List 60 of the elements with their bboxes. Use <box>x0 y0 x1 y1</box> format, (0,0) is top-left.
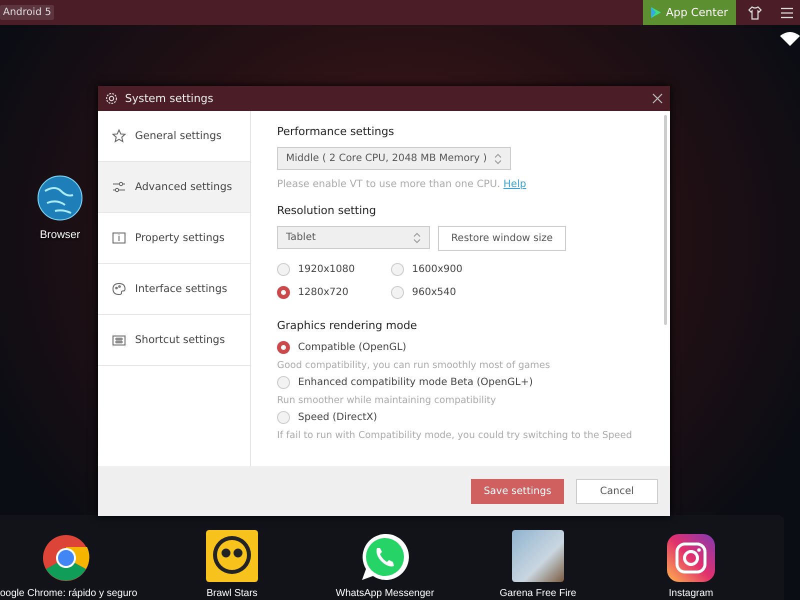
sliders-icon <box>112 180 126 194</box>
app-label: Instagram <box>668 588 714 599</box>
option-description: Good compatibility, you can run smoothly most of games <box>277 360 552 371</box>
sidebar-item[interactable]: General settings <box>98 111 250 162</box>
palette-icon <box>112 282 126 296</box>
camera-icon[interactable] <box>667 534 715 582</box>
app-label: Browser <box>40 229 80 241</box>
app-label: Brawl Stars <box>206 588 258 599</box>
performance-dropdown[interactable]: Middle ( 2 Core CPU, 2048 MB Memory ) <box>277 147 511 170</box>
sidebar-item[interactable]: Shortcut settings <box>98 315 250 366</box>
info-icon <box>112 231 126 245</box>
resolution-dropdown[interactable]: Tablet <box>277 226 430 249</box>
play-icon <box>650 7 661 18</box>
app-label: oogle Chrome: rápido y seguro <box>0 588 138 599</box>
updown-icon <box>413 232 421 244</box>
version-badge: Android 5 <box>0 5 54 20</box>
whatsapp-icon[interactable] <box>360 532 410 582</box>
close-icon[interactable] <box>652 93 663 104</box>
dialog-title: System settings <box>125 92 214 105</box>
cancel-button[interactable]: Cancel <box>576 478 658 504</box>
keyboard-icon <box>112 333 126 347</box>
radio-button[interactable] <box>277 376 290 389</box>
radio-button[interactable] <box>277 263 290 276</box>
scrollbar[interactable] <box>664 115 667 325</box>
option-label: Compatible (OpenGL) <box>298 342 406 353</box>
radio-button[interactable] <box>391 263 404 276</box>
hint-text: Please enable VT to use more than one CPU. <box>277 179 500 190</box>
option-label: 1920x1080 <box>298 264 355 275</box>
chrome-icon[interactable] <box>42 534 90 582</box>
shirt-icon[interactable] <box>748 6 762 20</box>
save-button[interactable]: Save settings <box>471 478 564 504</box>
radio-button[interactable] <box>391 286 404 299</box>
restore-button[interactable]: Restore window size <box>438 226 566 251</box>
app-center-button[interactable]: App Center <box>642 0 736 25</box>
section-heading: Resolution setting <box>277 204 378 217</box>
menu-icon[interactable] <box>780 6 794 18</box>
app-label: WhatsApp Messenger <box>336 588 434 599</box>
wifi-icon <box>780 32 800 46</box>
radio-button[interactable] <box>277 341 290 354</box>
option-description: If fail to run with Compatibility mode, you could try switching to the Speed <box>277 430 634 441</box>
skull-icon[interactable] <box>206 530 258 582</box>
option-label: 960x540 <box>412 287 456 298</box>
option-label: Speed (DirectX) <box>298 412 378 423</box>
radio-button[interactable] <box>277 411 290 424</box>
sidebar-item[interactable]: Interface settings <box>98 264 250 315</box>
option-label: 1280x720 <box>298 287 348 298</box>
option-description: Run smoother while maintaining compatibility <box>277 395 497 406</box>
sidebar-item[interactable]: Advanced settings <box>98 162 250 213</box>
settings-icon <box>105 92 118 105</box>
radio-button[interactable] <box>277 286 290 299</box>
globe-icon[interactable] <box>37 175 83 221</box>
option-label: 1600x900 <box>412 264 462 275</box>
option-label: Enhanced compatibility mode Beta (OpenGL+) <box>298 377 533 388</box>
section-heading: Graphics rendering mode <box>277 319 418 332</box>
app-label: Garena Free Fire <box>500 588 576 599</box>
game-photo-placeholder[interactable] <box>512 530 564 582</box>
section-heading: Performance settings <box>277 125 396 138</box>
updown-icon <box>494 152 502 164</box>
sidebar-item[interactable]: Property settings <box>98 213 250 264</box>
star-icon <box>112 129 126 143</box>
